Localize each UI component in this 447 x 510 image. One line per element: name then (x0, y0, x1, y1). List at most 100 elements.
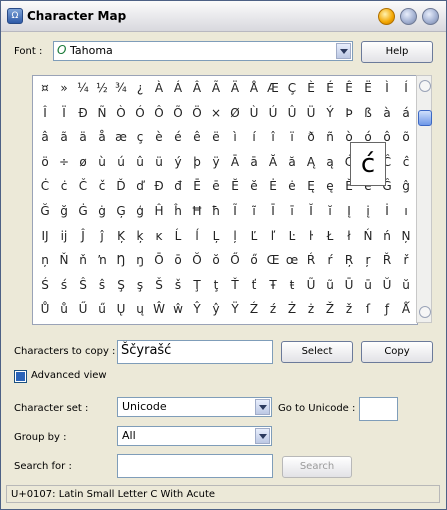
char-cell[interactable]: ċ (54, 174, 74, 198)
char-cell[interactable]: ĉ (396, 150, 416, 174)
char-cell[interactable]: ì (225, 125, 245, 149)
char-cell[interactable]: ÷ (54, 150, 74, 174)
char-cell[interactable]: ø (73, 150, 93, 174)
char-cell[interactable]: Ŷ (187, 297, 207, 321)
char-cell[interactable]: ĵ (92, 224, 112, 248)
char-cell[interactable]: ő (244, 248, 264, 272)
scroll-down-button[interactable] (419, 306, 431, 318)
char-cell[interactable]: Ÿ (225, 297, 245, 321)
char-cell[interactable]: ż (301, 297, 321, 321)
char-cell[interactable]: ŗ (358, 248, 378, 272)
char-cell[interactable]: ń (377, 224, 397, 248)
char-cell[interactable]: Ŗ (339, 248, 359, 272)
char-cell[interactable]: ą (320, 150, 340, 174)
char-cell[interactable]: Ś (35, 273, 55, 297)
char-cell[interactable]: ¼ (73, 76, 93, 100)
chevron-down-icon[interactable] (255, 399, 270, 415)
char-cell[interactable]: Ī (263, 199, 283, 223)
char-cell[interactable]: Ń (358, 224, 378, 248)
char-cell[interactable]: Ž (320, 297, 340, 321)
char-cell[interactable]: Ķ (111, 224, 131, 248)
char-cell[interactable]: Ó (130, 101, 150, 125)
char-cell[interactable]: Ô (149, 101, 169, 125)
char-cell[interactable]: Õ (168, 101, 188, 125)
char-cell[interactable]: į (358, 199, 378, 223)
char-cell[interactable]: ã (54, 125, 74, 149)
char-cell[interactable]: Ġ (73, 199, 93, 223)
char-cell[interactable]: ŧ (282, 273, 302, 297)
char-cell[interactable]: ç (130, 125, 150, 149)
char-cell[interactable]: ú (111, 150, 131, 174)
char-cell[interactable]: õ (396, 125, 416, 149)
char-cell[interactable]: Ñ (92, 101, 112, 125)
char-cell[interactable]: ō (168, 248, 188, 272)
char-cell[interactable]: ï (282, 125, 302, 149)
char-cell[interactable]: ū (358, 273, 378, 297)
char-cell[interactable]: Ż (282, 297, 302, 321)
char-cell[interactable]: Ł (320, 224, 340, 248)
char-cell[interactable]: » (54, 76, 74, 100)
char-cell[interactable]: Ė (263, 174, 283, 198)
char-cell[interactable]: ŋ (130, 248, 150, 272)
char-cell[interactable]: ë (206, 125, 226, 149)
char-cell[interactable]: Ö (187, 101, 207, 125)
char-cell[interactable]: ĭ (320, 199, 340, 223)
char-cell[interactable]: Ë (358, 76, 378, 100)
char-cell[interactable]: ķ (130, 224, 150, 248)
advanced-view-checkbox[interactable] (14, 370, 27, 383)
char-cell[interactable]: Č (73, 174, 93, 198)
char-cell[interactable]: č (92, 174, 112, 198)
char-cell[interactable]: Ŭ (377, 273, 397, 297)
char-cell[interactable]: Ĭ (301, 199, 321, 223)
char-cell[interactable]: Ų (111, 297, 131, 321)
char-cell[interactable]: ī (282, 199, 302, 223)
char-cell[interactable]: ğ (54, 199, 74, 223)
char-cell[interactable]: Ģ (111, 199, 131, 223)
char-cell[interactable]: ¤ (35, 76, 55, 100)
char-cell[interactable]: ê (187, 125, 207, 149)
char-cell[interactable]: å (92, 125, 112, 149)
char-cell[interactable]: Ŀ (282, 224, 302, 248)
char-cell[interactable]: í (244, 125, 264, 149)
char-cell[interactable]: ă (282, 150, 302, 174)
char-cell[interactable]: Š (149, 273, 169, 297)
char-cell[interactable]: Œ (263, 248, 283, 272)
char-cell[interactable]: œ (282, 248, 302, 272)
char-cell[interactable]: ĺ (187, 224, 207, 248)
char-cell[interactable]: ñ (320, 125, 340, 149)
char-cell[interactable]: É (320, 76, 340, 100)
char-cell[interactable]: Ľ (244, 224, 264, 248)
char-cell[interactable]: ĳ (54, 224, 74, 248)
char-cell[interactable]: ĩ (244, 199, 264, 223)
char-cell[interactable]: ö (35, 150, 55, 174)
char-cell[interactable]: Ŏ (187, 248, 207, 272)
char-cell[interactable]: ŏ (206, 248, 226, 272)
char-cell[interactable]: Ú (263, 101, 283, 125)
char-cell[interactable]: ę (320, 174, 340, 198)
char-cell[interactable]: Ę (301, 174, 321, 198)
char-cell[interactable]: ŭ (396, 273, 416, 297)
char-cell[interactable]: Ĳ (35, 224, 55, 248)
char-cell[interactable]: Ą (301, 150, 321, 174)
char-cell[interactable]: Ù (244, 101, 264, 125)
char-cell[interactable]: ţ (206, 273, 226, 297)
char-cell[interactable]: Í (396, 76, 416, 100)
char-cell[interactable]: è (149, 125, 169, 149)
char-cell[interactable]: ē (206, 174, 226, 198)
char-cell[interactable]: Ŧ (263, 273, 283, 297)
char-cell[interactable]: Ì (377, 76, 397, 100)
char-cell[interactable]: Î (35, 101, 55, 125)
char-cell[interactable]: ŀ (301, 224, 321, 248)
char-cell[interactable]: Ğ (35, 199, 55, 223)
char-cell[interactable]: Ã (206, 76, 226, 100)
char-cell[interactable]: ĝ (396, 174, 416, 198)
char-cell[interactable]: ½ (92, 76, 112, 100)
char-cell[interactable]: ġ (92, 199, 112, 223)
char-cell[interactable]: ļ (225, 224, 245, 248)
char-cell[interactable]: ı (396, 199, 416, 223)
char-cell[interactable]: Ļ (206, 224, 226, 248)
char-cell[interactable]: ÿ (206, 150, 226, 174)
char-cell[interactable]: ŷ (206, 297, 226, 321)
char-cell[interactable]: Å (244, 76, 264, 100)
char-cell[interactable]: ĸ (149, 224, 169, 248)
